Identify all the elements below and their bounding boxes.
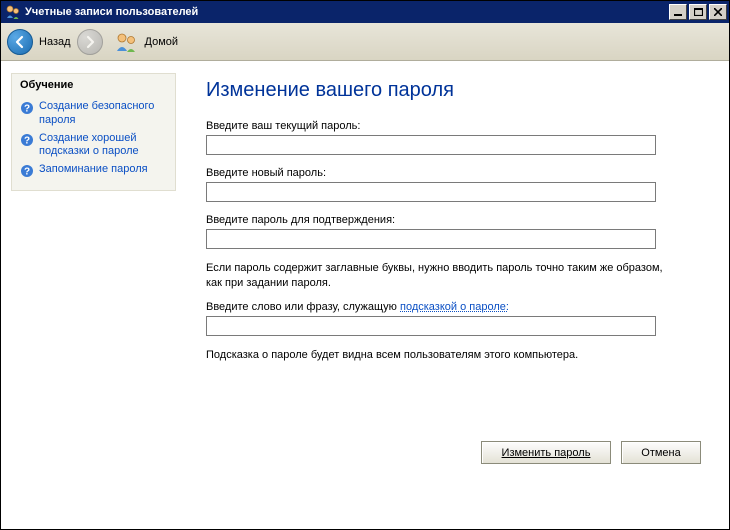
main-panel: Изменение вашего пароля Введите ваш теку… — [186, 61, 729, 529]
hint-label: Введите слово или фразу, служащую подска… — [206, 301, 701, 313]
home-icon[interactable] — [115, 31, 139, 53]
svg-text:?: ? — [24, 104, 30, 115]
cancel-button[interactable]: Отмена — [621, 441, 701, 464]
close-button[interactable] — [709, 4, 727, 20]
app-icon — [5, 4, 21, 20]
password-hint-link[interactable]: подсказкой о пароле: — [400, 301, 509, 313]
current-password-input[interactable] — [206, 135, 656, 155]
sidebar-item-good-hint[interactable]: ? Создание хорошей подсказки о пароле — [20, 130, 167, 162]
confirm-password-label: Введите пароль для подтверждения: — [206, 214, 701, 226]
current-password-label: Введите ваш текущий пароль: — [206, 120, 701, 132]
back-button[interactable] — [7, 29, 33, 55]
hint-input[interactable] — [206, 316, 656, 336]
window-title: Учетные записи пользователей — [25, 6, 667, 18]
help-icon: ? — [20, 101, 34, 115]
page-title: Изменение вашего пароля — [206, 79, 701, 102]
svg-text:?: ? — [24, 167, 30, 178]
sidebar-item-safe-password[interactable]: ? Создание безопасного пароля — [20, 98, 167, 130]
confirm-password-input[interactable] — [206, 229, 656, 249]
new-password-input[interactable] — [206, 182, 656, 202]
new-password-label: Введите новый пароль: — [206, 167, 701, 179]
home-label[interactable]: Домой — [145, 36, 179, 48]
back-label: Назад — [39, 36, 71, 48]
sidebar-header: Обучение — [12, 74, 175, 96]
sidebar: Обучение ? Создание безопасного пароля ?… — [1, 61, 186, 529]
forward-button — [77, 29, 103, 55]
change-password-button[interactable]: Изменить пароль — [481, 441, 611, 464]
window-controls — [667, 4, 727, 20]
caps-info-text: Если пароль содержит заглавные буквы, ну… — [206, 261, 666, 291]
minimize-button[interactable] — [669, 4, 687, 20]
help-icon: ? — [20, 133, 34, 147]
sidebar-panel: Обучение ? Создание безопасного пароля ?… — [11, 73, 176, 191]
hint-label-prefix: Введите слово или фразу, служащую — [206, 301, 400, 313]
maximize-button[interactable] — [689, 4, 707, 20]
sidebar-item-label[interactable]: Создание хорошей подсказки о пароле — [39, 132, 167, 160]
button-row: Изменить пароль Отмена — [481, 441, 701, 464]
titlebar: Учетные записи пользователей — [1, 1, 729, 23]
sidebar-item-label[interactable]: Запоминание пароля — [39, 163, 148, 177]
toolbar: Назад Домой — [1, 23, 729, 61]
sidebar-item-label[interactable]: Создание безопасного пароля — [39, 100, 167, 128]
svg-text:?: ? — [24, 135, 30, 146]
content-area: Обучение ? Создание безопасного пароля ?… — [1, 61, 729, 529]
help-icon: ? — [20, 164, 34, 178]
hint-info-text: Подсказка о пароле будет видна всем поль… — [206, 348, 666, 363]
sidebar-item-remember-password[interactable]: ? Запоминание пароля — [20, 161, 167, 180]
